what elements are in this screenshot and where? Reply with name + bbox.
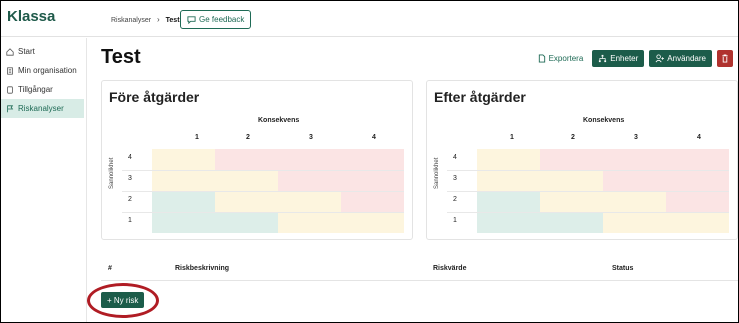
breadcrumb-parent[interactable]: Riskanalyser: [111, 17, 151, 24]
column-label: 3: [309, 134, 313, 141]
row-divider: [447, 170, 729, 171]
top-bar: Klassa Riskanalyser › Test Ge feedback: [1, 1, 738, 37]
row-label: 2: [453, 196, 457, 203]
row-label: 2: [128, 196, 132, 203]
sidebar-item-label: Min organisation: [18, 66, 77, 75]
building-icon: [7, 66, 13, 75]
table-header-number[interactable]: #: [108, 265, 112, 272]
column-label: 1: [510, 134, 514, 141]
matrix-cell[interactable]: [152, 149, 215, 170]
matrix-cell[interactable]: [278, 170, 404, 191]
row-label: 4: [453, 154, 457, 161]
row-label: 3: [453, 175, 457, 182]
sidebar-item-riskanalyser[interactable]: Riskanalyser: [1, 99, 84, 118]
matrix-cell[interactable]: [477, 170, 603, 191]
row-label: 1: [128, 217, 132, 224]
matrix-cell[interactable]: [341, 191, 404, 212]
matrix-cell[interactable]: [278, 212, 404, 233]
matrix-cell[interactable]: [215, 149, 404, 170]
matrix-panel-after: Efter åtgärder Konsekvens 1 2 3 4 Sannol…: [426, 80, 738, 240]
brand-logo[interactable]: Klassa: [7, 8, 55, 25]
hierarchy-icon: [599, 54, 607, 63]
breadcrumb: Riskanalyser › Test: [111, 15, 180, 24]
units-button[interactable]: Enheter: [592, 50, 645, 67]
trash-icon: [722, 54, 728, 63]
matrix-cell[interactable]: [477, 149, 540, 170]
users-icon: [655, 54, 665, 63]
column-label: 3: [634, 134, 638, 141]
row-divider: [122, 212, 404, 213]
column-label: 2: [571, 134, 575, 141]
sidebar-item-label: Tillgångar: [18, 85, 53, 94]
table-header-description[interactable]: Riskbeskrivning: [175, 265, 229, 272]
matrix-cell[interactable]: [540, 149, 729, 170]
delete-button[interactable]: [717, 50, 733, 67]
column-label: 2: [246, 134, 250, 141]
feedback-label: Ge feedback: [199, 15, 245, 24]
users-button[interactable]: Användare: [649, 50, 712, 67]
matrix-cell[interactable]: [666, 191, 729, 212]
document-icon: [7, 85, 13, 94]
breadcrumb-separator-icon: ›: [157, 15, 160, 24]
export-label: Exportera: [548, 54, 584, 63]
sidebar-item-min-organisation[interactable]: Min organisation: [1, 61, 86, 80]
matrix-cell[interactable]: [603, 170, 729, 191]
row-divider: [122, 191, 404, 192]
panel-title-after: Efter åtgärder: [434, 89, 526, 105]
column-label: 4: [697, 134, 701, 141]
row-divider: [122, 170, 404, 171]
action-bar: Exportera Enheter Användare: [538, 50, 733, 67]
sidebar-item-label: Riskanalyser: [18, 104, 64, 113]
units-label: Enheter: [610, 54, 639, 63]
flag-icon: [7, 104, 14, 112]
breadcrumb-current: Test: [165, 17, 180, 24]
users-label: Användare: [667, 54, 706, 63]
sidebar-item-tillgangar[interactable]: Tillgångar: [1, 80, 86, 99]
sidebar-item-label: Start: [18, 47, 35, 56]
export-button[interactable]: Exportera: [538, 54, 584, 63]
x-axis-label: Konsekvens: [583, 117, 625, 124]
y-axis-label: Sannolikhet: [109, 157, 115, 189]
matrix-cell[interactable]: [152, 170, 278, 191]
row-label: 1: [453, 217, 457, 224]
column-label: 4: [372, 134, 376, 141]
table-header-divider: [101, 280, 738, 281]
feedback-button[interactable]: Ge feedback: [180, 10, 252, 29]
matrix-cell[interactable]: [152, 212, 278, 233]
matrix-panel-before: Före åtgärder Konsekvens 1 2 3 4 Sannoli…: [101, 80, 413, 240]
matrix-cell[interactable]: [603, 212, 729, 233]
home-icon: [6, 47, 14, 56]
table-header-status[interactable]: Status: [612, 265, 633, 272]
row-label: 3: [128, 175, 132, 182]
page-title: Test: [101, 46, 141, 68]
x-axis-label: Konsekvens: [258, 117, 300, 124]
file-icon: [538, 54, 545, 63]
matrix-cell[interactable]: [477, 212, 603, 233]
column-label: 1: [195, 134, 199, 141]
matrix-cell[interactable]: [477, 191, 540, 212]
chat-bubble-icon: [187, 16, 196, 24]
y-axis-label: Sannolikhet: [434, 157, 440, 189]
sidebar: Start Min organisation Tillgångar Riskan…: [1, 38, 87, 322]
panel-title-before: Före åtgärder: [109, 89, 200, 105]
row-divider: [447, 212, 729, 213]
matrix-cell[interactable]: [215, 191, 341, 212]
sidebar-item-start[interactable]: Start: [1, 42, 86, 61]
matrix-cell[interactable]: [540, 191, 666, 212]
table-header-risk-value[interactable]: Riskvärde: [433, 265, 466, 272]
row-divider: [447, 191, 729, 192]
highlight-circle: [87, 283, 159, 318]
matrix-cell[interactable]: [152, 191, 215, 212]
row-label: 4: [128, 154, 132, 161]
